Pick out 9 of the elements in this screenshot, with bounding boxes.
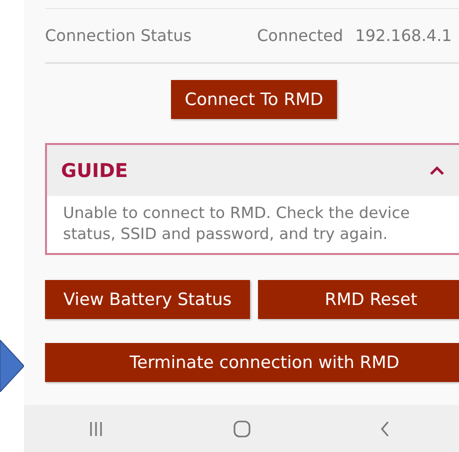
guide-message: Unable to connect to RMD. Check the device status, SSID and password, and try again. xyxy=(62,203,411,245)
action-button[interactable]: RMD Reset xyxy=(258,280,459,319)
connection-status-value: Connected xyxy=(257,26,344,45)
connect-button[interactable]: Connect To RMD xyxy=(170,80,338,119)
connection-status-label: Connection Status xyxy=(45,26,193,45)
ip-address: 192.168.4.1 xyxy=(355,26,452,45)
action-button[interactable]: View Battery Status xyxy=(45,280,250,319)
terminate-button[interactable]: Terminate connection with RMD xyxy=(45,343,459,382)
guide-title: GUIDE xyxy=(61,160,128,182)
